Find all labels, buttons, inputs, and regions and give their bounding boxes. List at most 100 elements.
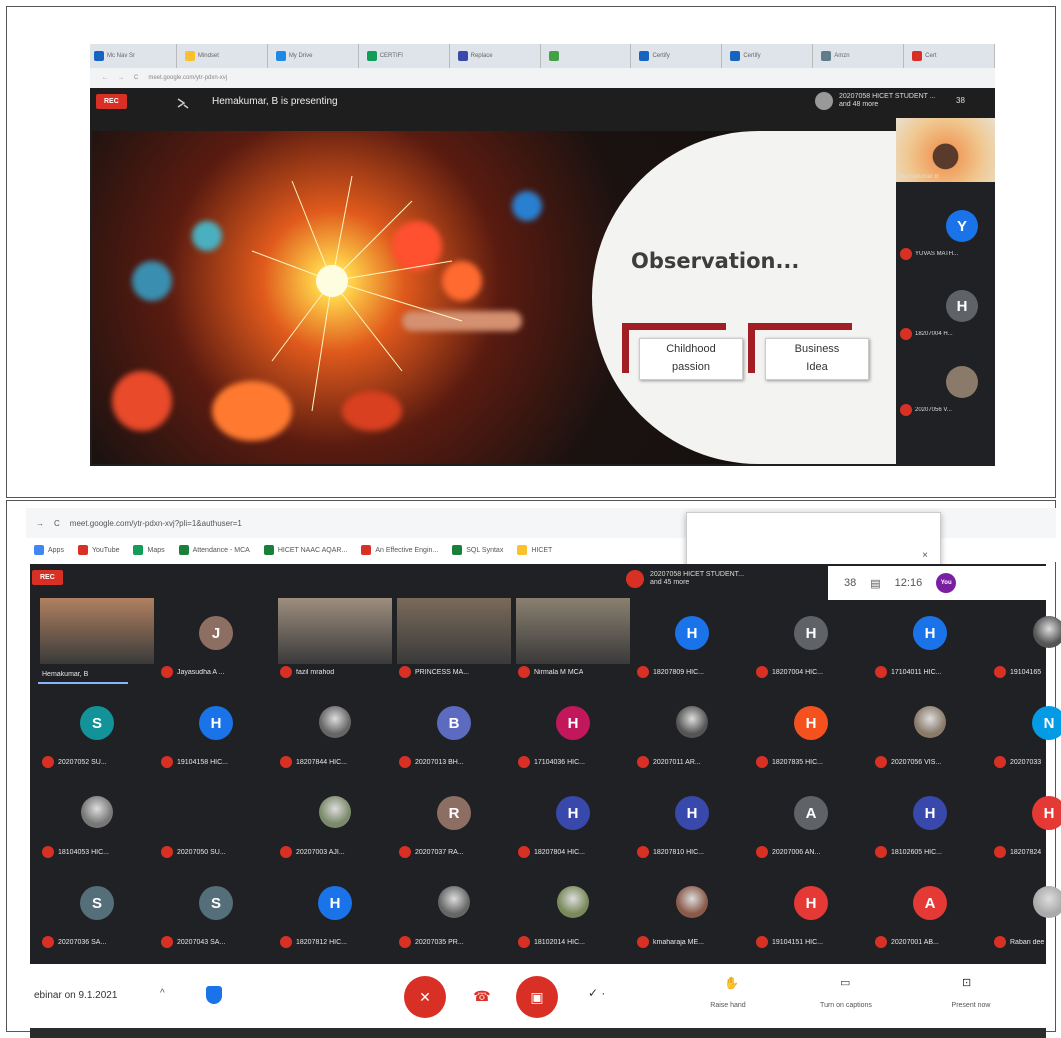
participant-tile[interactable]: H 18207812 HIC...: [276, 868, 394, 956]
participants-summary-2[interactable]: 20207058 HICET STUDENT... and 45 more: [626, 570, 744, 588]
participant-avatar: H: [794, 706, 828, 740]
captions-label[interactable]: Turn on captions: [806, 1002, 886, 1009]
participant-tile[interactable]: S 20207036 SA...: [38, 868, 156, 956]
participant-tile[interactable]: J Jayasudha A ...: [157, 598, 275, 686]
participants-summary[interactable]: 20207058 HICET STUDENT ... and 48 more: [815, 92, 936, 110]
bookmark-item[interactable]: HICET NAAC AQAR...: [263, 545, 347, 555]
participant-tile[interactable]: S 20207043 SA...: [157, 868, 275, 956]
participant-tile[interactable]: H 17104036 HIC...: [514, 688, 632, 776]
more-options-icon[interactable]: ✓ ·: [588, 986, 605, 1000]
back-icon[interactable]: ←: [102, 75, 108, 81]
participant-tile[interactable]: H 18207809 HIC...: [633, 598, 751, 686]
close-icon[interactable]: ×: [922, 550, 928, 561]
participant-tile[interactable]: PRINCESS MA...: [395, 598, 513, 686]
reload-icon[interactable]: C: [134, 75, 138, 81]
participant-tile[interactable]: 19104165: [990, 598, 1061, 686]
participant-tile[interactable]: H 18207835 HIC...: [752, 688, 870, 776]
address-bar[interactable]: ← → C meet.google.com/ytr-pdxn-xvj: [90, 68, 995, 88]
hang-up-button[interactable]: ☎: [470, 986, 494, 1006]
browser-tab[interactable]: Mindset: [181, 44, 268, 68]
participant-tile[interactable]: fazil mrahod: [276, 598, 394, 686]
people-icon[interactable]: 38: [844, 577, 856, 589]
browser-tab[interactable]: Replace: [454, 44, 541, 68]
participant-video: [896, 118, 995, 182]
browser-tab[interactable]: [545, 44, 632, 68]
browser-tab[interactable]: Cert: [908, 44, 996, 68]
raise-hand-label[interactable]: Raise hand: [698, 1002, 758, 1009]
participant-tile[interactable]: A 20207001 AB...: [871, 868, 989, 956]
bookmark-item[interactable]: YouTube: [77, 545, 119, 555]
mic-muted-icon: [42, 936, 54, 948]
participant-name: fazil mrahod: [296, 668, 335, 676]
participant-tile[interactable]: 20207056 VIS...: [871, 688, 989, 776]
meet-control-bar: ebinar on 9.1.2021 ^ ✕ ☎ ▣ ✓ · ✋ Raise h…: [26, 968, 1046, 1026]
participant-tile[interactable]: Rabari dee: [990, 868, 1061, 956]
browser-tab[interactable]: Amzn: [817, 44, 905, 68]
present-icon[interactable]: ⊡: [962, 976, 971, 989]
participant-tile[interactable]: 18102014 HIC...: [514, 868, 632, 956]
bookmark-label: Maps: [147, 546, 165, 554]
sidebar-participant-tile[interactable]: Hemakumar B: [896, 118, 995, 194]
mic-muted-icon: [161, 666, 173, 678]
raise-hand-icon[interactable]: ✋: [724, 976, 739, 990]
participant-tile[interactable]: H 17104011 HIC...: [871, 598, 989, 686]
mic-muted-icon: [756, 666, 768, 678]
camera-off-button[interactable]: ▣: [516, 976, 558, 1018]
url-text-2[interactable]: meet.google.com/ytr-pdxn-xvj?pli=1&authu…: [70, 519, 242, 528]
forward-icon[interactable]: →: [36, 519, 44, 528]
reload-icon[interactable]: C: [54, 519, 60, 528]
sidebar-participant-tile[interactable]: 20207056 V...: [896, 354, 995, 430]
chat-icon[interactable]: ▤: [870, 577, 880, 590]
participant-tile[interactable]: 20207003 AJI...: [276, 778, 394, 866]
participant-name: 20207043 SA...: [177, 938, 226, 946]
self-avatar[interactable]: You: [936, 573, 957, 593]
browser-tab[interactable]: My Drive: [272, 44, 359, 68]
participant-photo: [557, 886, 589, 918]
chevron-up-icon[interactable]: ^: [160, 988, 165, 999]
captions-icon[interactable]: ▭: [840, 976, 850, 989]
participant-tile[interactable]: H 18207810 HIC...: [633, 778, 751, 866]
browser-tab[interactable]: Certify: [726, 44, 814, 68]
participant-tile[interactable]: H 18102605 HIC...: [871, 778, 989, 866]
forward-icon[interactable]: →: [118, 75, 124, 81]
present-label[interactable]: Present now: [936, 1002, 1006, 1009]
mic-off-button[interactable]: ✕: [404, 976, 446, 1018]
browser-tab-strip[interactable]: Mc Nav Sr Mindset My Drive CERTIFI Replace Ce…: [90, 44, 996, 68]
browser-tab[interactable]: CERTIFI: [363, 44, 450, 68]
meeting-name[interactable]: ebinar on 9.1.2021: [34, 990, 117, 1001]
participant-tile[interactable]: H 18207824: [990, 778, 1061, 866]
bookmark-item[interactable]: Attendance - MCA: [178, 545, 250, 555]
participant-tile[interactable]: H 19104158 HIC...: [157, 688, 275, 776]
participant-tile[interactable]: 18104053 HIC...: [38, 778, 156, 866]
url-text[interactable]: meet.google.com/ytr-pdxn-xvj: [148, 75, 227, 81]
participant-tile[interactable]: Hemakumar, B: [38, 598, 156, 686]
participant-tile[interactable]: H 18207004 HIC...: [752, 598, 870, 686]
bookmark-item[interactable]: Maps: [133, 545, 165, 555]
participant-tile[interactable]: A 20207006 AN...: [752, 778, 870, 866]
sidebar-participant-tile[interactable]: Y YUVAS MATH...: [896, 198, 995, 274]
participant-tile[interactable]: H 19104151 HIC...: [752, 868, 870, 956]
participant-photo: [914, 706, 946, 738]
participant-tile[interactable]: 20207011 AR...: [633, 688, 751, 776]
participant-tile[interactable]: H 18207804 HIC...: [514, 778, 632, 866]
sidebar-participant-tile[interactable]: H 18207004 H...: [896, 278, 995, 354]
browser-tab[interactable]: Certify: [635, 44, 723, 68]
browser-tab[interactable]: Mc Nav Sr: [90, 44, 177, 68]
participant-tile[interactable]: 18207844 HIC...: [276, 688, 394, 776]
participant-tile[interactable]: kmaharaja ME...: [633, 868, 751, 956]
people-count[interactable]: 38: [956, 96, 965, 105]
bookmark-item[interactable]: SQL Syntax: [452, 545, 503, 555]
bookmark-item[interactable]: HICET: [517, 545, 552, 555]
tab-favicon-icon: [821, 51, 832, 61]
participant-tile[interactable]: Nirmala M MCA: [514, 598, 632, 686]
participant-tile[interactable]: S 20207052 SU...: [38, 688, 156, 776]
bookmark-item[interactable]: Apps: [34, 545, 64, 555]
participant-tile[interactable]: 20207035 PR...: [395, 868, 513, 956]
participant-tile[interactable]: 20207050 SU...: [157, 778, 275, 866]
participant-tile[interactable]: N 20207033: [990, 688, 1061, 776]
participant-tile[interactable]: R 20207037 RA...: [395, 778, 513, 866]
shield-icon[interactable]: [206, 986, 222, 1004]
mic-muted-icon: [637, 936, 649, 948]
bookmark-item[interactable]: An Effective Engin...: [361, 545, 438, 555]
participant-tile[interactable]: B 20207013 BH...: [395, 688, 513, 776]
